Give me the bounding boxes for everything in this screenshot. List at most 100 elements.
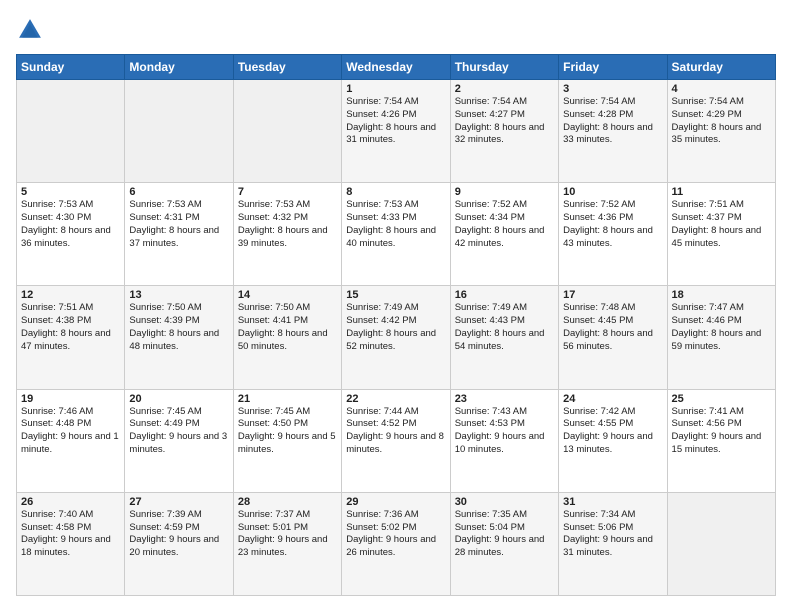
calendar-cell: 12Sunrise: 7:51 AMSunset: 4:38 PMDayligh…: [17, 286, 125, 389]
day-info: Daylight: 9 hours and 8 minutes.: [346, 431, 445, 457]
calendar-cell: 6Sunrise: 7:53 AMSunset: 4:31 PMDaylight…: [125, 183, 233, 286]
day-info: Sunrise: 7:54 AM: [346, 96, 445, 109]
calendar-cell: [233, 80, 341, 183]
calendar-cell: 5Sunrise: 7:53 AMSunset: 4:30 PMDaylight…: [17, 183, 125, 286]
calendar-cell: 20Sunrise: 7:45 AMSunset: 4:49 PMDayligh…: [125, 389, 233, 492]
day-info: Daylight: 8 hours and 35 minutes.: [672, 122, 771, 148]
day-info: Sunrise: 7:37 AM: [238, 509, 337, 522]
day-info: Sunset: 4:37 PM: [672, 212, 771, 225]
day-info: Sunset: 4:34 PM: [455, 212, 554, 225]
weekday-header-thursday: Thursday: [450, 55, 558, 80]
day-number: 2: [455, 83, 554, 95]
weekday-header-monday: Monday: [125, 55, 233, 80]
day-number: 8: [346, 186, 445, 198]
calendar-cell: 22Sunrise: 7:44 AMSunset: 4:52 PMDayligh…: [342, 389, 450, 492]
day-info: Sunset: 4:39 PM: [129, 315, 228, 328]
calendar-cell: 29Sunrise: 7:36 AMSunset: 5:02 PMDayligh…: [342, 492, 450, 595]
day-info: Daylight: 8 hours and 32 minutes.: [455, 122, 554, 148]
calendar-cell: 13Sunrise: 7:50 AMSunset: 4:39 PMDayligh…: [125, 286, 233, 389]
calendar-cell: 28Sunrise: 7:37 AMSunset: 5:01 PMDayligh…: [233, 492, 341, 595]
calendar-cell: 31Sunrise: 7:34 AMSunset: 5:06 PMDayligh…: [559, 492, 667, 595]
day-info: Sunrise: 7:53 AM: [21, 199, 120, 212]
day-info: Sunset: 4:43 PM: [455, 315, 554, 328]
calendar-cell: 3Sunrise: 7:54 AMSunset: 4:28 PMDaylight…: [559, 80, 667, 183]
calendar-cell: 1Sunrise: 7:54 AMSunset: 4:26 PMDaylight…: [342, 80, 450, 183]
day-info: Sunset: 4:28 PM: [563, 109, 662, 122]
day-info: Daylight: 8 hours and 52 minutes.: [346, 328, 445, 354]
day-number: 12: [21, 289, 120, 301]
day-number: 22: [346, 393, 445, 405]
day-info: Daylight: 9 hours and 18 minutes.: [21, 534, 120, 560]
day-info: Sunrise: 7:42 AM: [563, 406, 662, 419]
weekday-header-tuesday: Tuesday: [233, 55, 341, 80]
day-info: Sunset: 4:36 PM: [563, 212, 662, 225]
day-info: Daylight: 9 hours and 20 minutes.: [129, 534, 228, 560]
day-info: Sunset: 5:04 PM: [455, 522, 554, 535]
logo: [16, 16, 48, 44]
day-info: Daylight: 8 hours and 48 minutes.: [129, 328, 228, 354]
day-info: Daylight: 8 hours and 40 minutes.: [346, 225, 445, 251]
day-info: Daylight: 9 hours and 26 minutes.: [346, 534, 445, 560]
day-info: Daylight: 8 hours and 42 minutes.: [455, 225, 554, 251]
day-info: Sunset: 4:42 PM: [346, 315, 445, 328]
day-number: 4: [672, 83, 771, 95]
day-number: 13: [129, 289, 228, 301]
calendar-cell: 18Sunrise: 7:47 AMSunset: 4:46 PMDayligh…: [667, 286, 775, 389]
calendar: SundayMondayTuesdayWednesdayThursdayFrid…: [16, 54, 776, 596]
calendar-cell: 11Sunrise: 7:51 AMSunset: 4:37 PMDayligh…: [667, 183, 775, 286]
day-number: 27: [129, 496, 228, 508]
calendar-cell: 16Sunrise: 7:49 AMSunset: 4:43 PMDayligh…: [450, 286, 558, 389]
day-info: Sunset: 4:41 PM: [238, 315, 337, 328]
day-number: 28: [238, 496, 337, 508]
calendar-cell: 17Sunrise: 7:48 AMSunset: 4:45 PMDayligh…: [559, 286, 667, 389]
day-number: 17: [563, 289, 662, 301]
day-number: 23: [455, 393, 554, 405]
day-info: Sunset: 4:55 PM: [563, 418, 662, 431]
day-number: 26: [21, 496, 120, 508]
day-number: 31: [563, 496, 662, 508]
calendar-cell: [125, 80, 233, 183]
day-info: Daylight: 8 hours and 31 minutes.: [346, 122, 445, 148]
day-info: Sunrise: 7:36 AM: [346, 509, 445, 522]
day-info: Daylight: 9 hours and 15 minutes.: [672, 431, 771, 457]
day-info: Daylight: 9 hours and 10 minutes.: [455, 431, 554, 457]
day-number: 20: [129, 393, 228, 405]
logo-icon: [16, 16, 44, 44]
calendar-cell: 21Sunrise: 7:45 AMSunset: 4:50 PMDayligh…: [233, 389, 341, 492]
day-info: Daylight: 8 hours and 36 minutes.: [21, 225, 120, 251]
calendar-cell: 27Sunrise: 7:39 AMSunset: 4:59 PMDayligh…: [125, 492, 233, 595]
day-info: Sunset: 4:50 PM: [238, 418, 337, 431]
day-info: Daylight: 9 hours and 23 minutes.: [238, 534, 337, 560]
day-info: Daylight: 9 hours and 31 minutes.: [563, 534, 662, 560]
day-info: Daylight: 9 hours and 13 minutes.: [563, 431, 662, 457]
day-info: Sunset: 4:32 PM: [238, 212, 337, 225]
day-number: 19: [21, 393, 120, 405]
day-number: 16: [455, 289, 554, 301]
day-info: Sunrise: 7:44 AM: [346, 406, 445, 419]
calendar-cell: 10Sunrise: 7:52 AMSunset: 4:36 PMDayligh…: [559, 183, 667, 286]
day-info: Sunrise: 7:50 AM: [129, 302, 228, 315]
day-info: Sunset: 4:45 PM: [563, 315, 662, 328]
day-info: Sunset: 4:33 PM: [346, 212, 445, 225]
day-info: Sunrise: 7:54 AM: [563, 96, 662, 109]
day-info: Sunrise: 7:50 AM: [238, 302, 337, 315]
calendar-cell: 25Sunrise: 7:41 AMSunset: 4:56 PMDayligh…: [667, 389, 775, 492]
day-info: Sunrise: 7:39 AM: [129, 509, 228, 522]
day-info: Daylight: 9 hours and 1 minute.: [21, 431, 120, 457]
day-info: Daylight: 9 hours and 28 minutes.: [455, 534, 554, 560]
day-info: Daylight: 8 hours and 56 minutes.: [563, 328, 662, 354]
calendar-cell: 15Sunrise: 7:49 AMSunset: 4:42 PMDayligh…: [342, 286, 450, 389]
day-info: Sunrise: 7:52 AM: [563, 199, 662, 212]
day-info: Sunset: 4:29 PM: [672, 109, 771, 122]
weekday-header-friday: Friday: [559, 55, 667, 80]
day-number: 29: [346, 496, 445, 508]
page-header: [16, 16, 776, 44]
day-info: Sunset: 4:56 PM: [672, 418, 771, 431]
day-info: Sunrise: 7:46 AM: [21, 406, 120, 419]
day-info: Daylight: 8 hours and 45 minutes.: [672, 225, 771, 251]
day-info: Daylight: 8 hours and 43 minutes.: [563, 225, 662, 251]
calendar-cell: 4Sunrise: 7:54 AMSunset: 4:29 PMDaylight…: [667, 80, 775, 183]
calendar-cell: 19Sunrise: 7:46 AMSunset: 4:48 PMDayligh…: [17, 389, 125, 492]
day-number: 15: [346, 289, 445, 301]
day-number: 5: [21, 186, 120, 198]
